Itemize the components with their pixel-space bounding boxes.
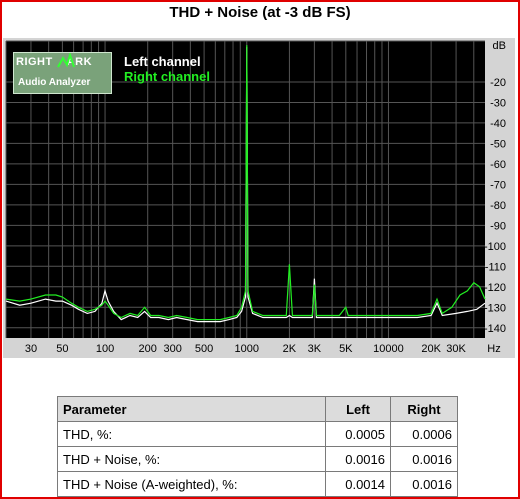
x-tick-label: 20K xyxy=(421,343,441,355)
row-left-value: 0.0014 xyxy=(325,471,391,497)
y-tick-label: -40 xyxy=(490,118,506,130)
y-tick-label: -90 xyxy=(490,220,506,232)
x-tick-label: 1000 xyxy=(235,343,259,355)
y-tick-label: dB xyxy=(493,40,506,52)
y-tick-label: -60 xyxy=(490,159,506,171)
x-tick-label: 500 xyxy=(195,343,213,355)
table-row: THD + Noise, %: 0.0016 0.0016 xyxy=(57,446,458,472)
row-label: THD, %: xyxy=(57,421,326,447)
y-tick-label: -100 xyxy=(484,241,506,253)
row-right-value: 0.0016 xyxy=(390,446,458,472)
legend-left-channel: Left channel xyxy=(124,54,201,69)
chart-title: THD + Noise (at -3 dB FS) xyxy=(169,4,351,21)
x-tick-label: 5K xyxy=(339,343,353,355)
table-row: THD + Noise (A-weighted), %: 0.0014 0.00… xyxy=(57,471,458,497)
header-left: Left xyxy=(325,396,391,422)
x-tick-label: 10000 xyxy=(373,343,404,355)
y-tick-label: -140 xyxy=(484,323,506,335)
results-table: Parameter Left Right THD, %: 0.0005 0.00… xyxy=(57,396,458,497)
row-left-value: 0.0016 xyxy=(325,446,391,472)
logo-text-bottom: Audio Analyzer xyxy=(18,77,91,88)
table-header-row: Parameter Left Right xyxy=(57,396,458,422)
x-tick-label: 30 xyxy=(25,343,37,355)
x-tick-label: 30K xyxy=(446,343,466,355)
y-tick-label: -130 xyxy=(484,302,506,314)
rightmark-logo: RIGHT ARK Audio Analyzer xyxy=(13,52,112,94)
x-tick-label: 200 xyxy=(139,343,157,355)
y-tick-label: -80 xyxy=(490,200,506,212)
row-label: THD + Noise (A-weighted), %: xyxy=(57,471,326,497)
y-tick-label: -120 xyxy=(484,282,506,294)
row-label: THD + Noise, %: xyxy=(57,446,326,472)
x-tick-label: 3K xyxy=(308,343,322,355)
x-tick-label: 100 xyxy=(96,343,114,355)
row-left-value: 0.0005 xyxy=(325,421,391,447)
row-right-value: 0.0006 xyxy=(390,421,458,447)
legend-right-channel: Right channel xyxy=(124,69,210,84)
x-tick-label: 300 xyxy=(163,343,181,355)
y-tick-label: -70 xyxy=(490,179,506,191)
y-tick-label: -30 xyxy=(490,97,506,109)
x-tick-label: 2K xyxy=(283,343,297,355)
table-row: THD, %: 0.0005 0.0006 xyxy=(57,421,458,447)
y-tick-label: -50 xyxy=(490,138,506,150)
x-axis-label: Hz xyxy=(487,343,500,355)
x-tick-label: 50 xyxy=(56,343,68,355)
y-tick-label: -110 xyxy=(485,261,506,273)
row-right-value: 0.0016 xyxy=(390,471,458,497)
y-tick-label: -20 xyxy=(490,77,506,89)
header-right: Right xyxy=(390,396,458,422)
header-parameter: Parameter xyxy=(57,396,326,422)
